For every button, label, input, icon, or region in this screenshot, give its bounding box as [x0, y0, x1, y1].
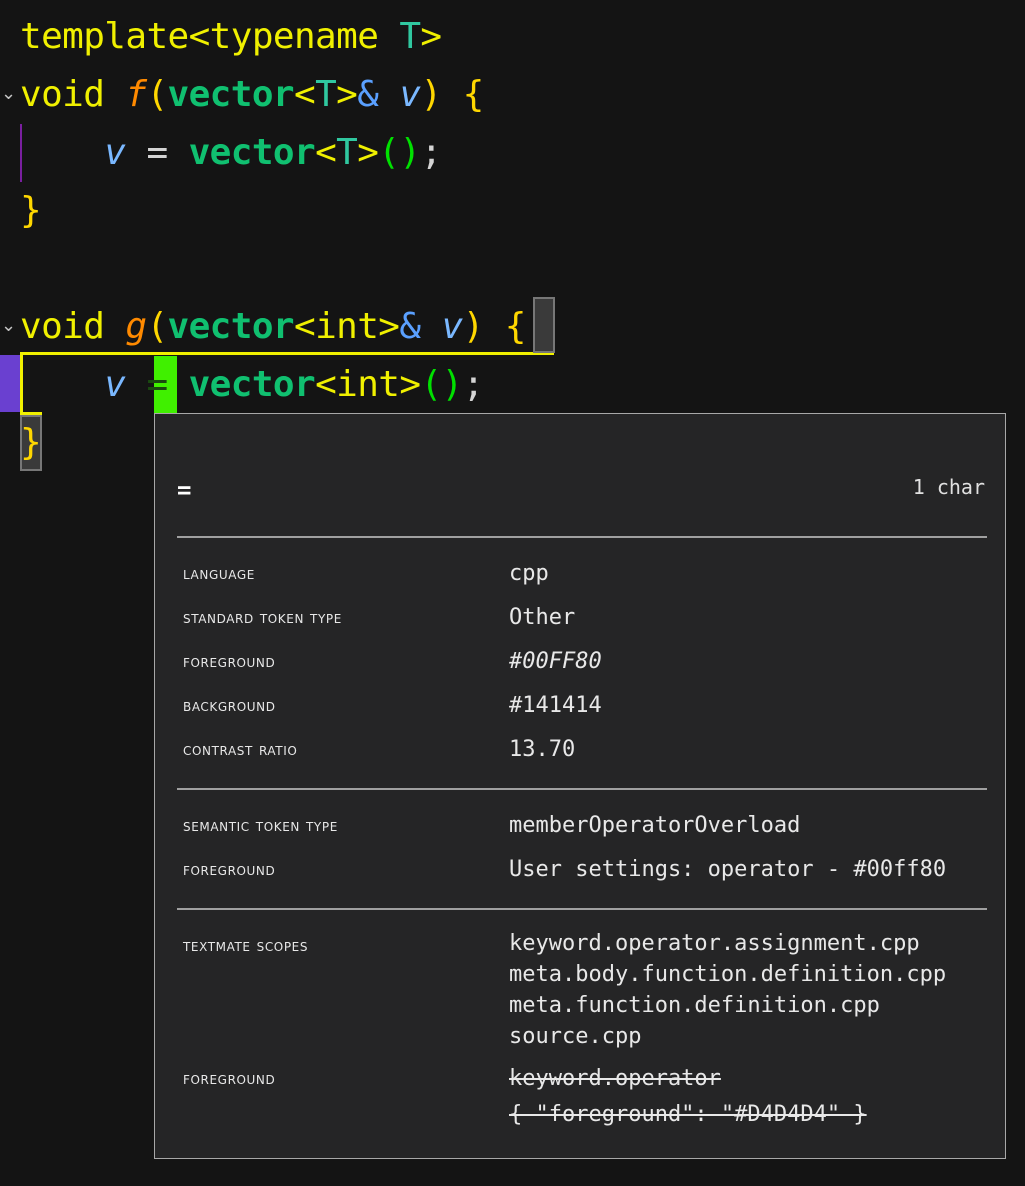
angle-open: < — [315, 364, 337, 405]
reference-op: & — [399, 306, 421, 347]
textmate-foreground-rule: keyword.operator — [509, 1066, 721, 1091]
code-line[interactable]: v = vector<T>(); — [20, 124, 442, 182]
code-line[interactable]: v = vector<int>(); — [20, 356, 484, 414]
paren: ( — [146, 74, 168, 115]
code-line[interactable]: template<typename T> — [20, 8, 442, 66]
angle-open: < — [188, 16, 211, 57]
semantic-token-value: memberOperatorOverload — [509, 813, 801, 838]
keyword: template — [20, 16, 189, 57]
angle-close: > — [420, 16, 442, 57]
paren: ) — [462, 306, 485, 347]
inspect-token-hover: = 1 char language cpp standard token typ… — [154, 413, 1006, 1159]
semicolon: ; — [462, 364, 485, 405]
parameter: v — [399, 74, 421, 115]
code-line[interactable]: void g(vector<int>& v) { — [20, 298, 526, 356]
divider — [177, 908, 987, 910]
class-name: vector — [188, 364, 316, 405]
foreground-label: foreground — [183, 652, 276, 672]
fold-chevron-icon[interactable]: ⌄ — [1, 316, 17, 336]
function-name: f — [125, 74, 147, 115]
current-line-gutter-marker — [0, 355, 20, 412]
scope-item: meta.body.function.definition.cpp — [509, 962, 947, 987]
textmate-foreground-value: { "foreground": "#D4D4D4" } — [509, 1102, 867, 1127]
textmate-scopes-label: textmate scopes — [183, 936, 309, 956]
brace: } — [20, 422, 42, 463]
fold-chevron-icon[interactable]: ⌄ — [1, 84, 17, 104]
function-name: g — [125, 306, 147, 347]
angle-close: > — [357, 132, 379, 173]
standard-token-value: Other — [509, 605, 576, 630]
scope-item: source.cpp — [509, 1024, 642, 1049]
keyword: void — [20, 306, 105, 347]
textmate-foreground-label: foreground — [183, 1069, 276, 1089]
angle-close: > — [378, 306, 400, 347]
scope-item: keyword.operator.assignment.cpp — [509, 931, 920, 956]
paren: () — [420, 364, 463, 405]
type-param: T — [399, 16, 421, 57]
brace: { — [504, 306, 527, 347]
class-name: vector — [167, 306, 295, 347]
semantic-foreground-value: User settings: operator - #00ff80 — [509, 857, 947, 882]
scope-item: meta.function.definition.cpp — [509, 993, 880, 1018]
paren: ) — [420, 74, 442, 115]
angle-close: > — [399, 364, 421, 405]
semicolon: ; — [420, 132, 442, 173]
contrast-label: contrast ratio — [183, 740, 298, 760]
hover-token-length: 1 char — [912, 475, 985, 499]
divider — [177, 788, 987, 790]
background-label: background — [183, 696, 276, 716]
semantic-foreground-label: foreground — [183, 860, 276, 880]
code-line[interactable]: void f(vector<T>& v) { — [20, 66, 484, 124]
brace: { — [462, 74, 485, 115]
keyword: void — [20, 74, 105, 115]
foreground-value: #00FF80 — [509, 649, 602, 674]
brace: } — [20, 190, 42, 231]
type-param: T — [336, 132, 358, 173]
code-line[interactable]: } — [20, 414, 42, 472]
code-line[interactable]: } — [20, 182, 42, 240]
contrast-value: 13.70 — [509, 737, 576, 762]
language-label: language — [183, 564, 255, 584]
assign-op: = — [146, 132, 168, 173]
semantic-token-label: semantic token type — [183, 816, 338, 836]
type-param: T — [315, 74, 337, 115]
type-name: int — [315, 306, 379, 347]
variable: v — [104, 364, 126, 405]
parameter: v — [441, 306, 464, 347]
angle-open: < — [293, 74, 316, 115]
standard-token-label: standard token type — [183, 608, 342, 628]
paren: ( — [146, 306, 168, 347]
paren: () — [378, 132, 421, 173]
keyword: typename — [209, 16, 379, 57]
matching-bracket-highlight — [533, 297, 555, 353]
background-value: #141414 — [509, 693, 602, 718]
language-value: cpp — [509, 561, 549, 586]
variable: v — [104, 132, 126, 173]
class-name: vector — [167, 74, 295, 115]
angle-open: < — [315, 132, 337, 173]
angle-close: > — [336, 74, 358, 115]
divider — [177, 536, 987, 538]
class-name: vector — [188, 132, 316, 173]
angle-open: < — [293, 306, 316, 347]
code-editor[interactable]: ⌄ ⌄ template<typename T> void f(vector<T… — [0, 0, 1025, 1186]
type-name: int — [336, 364, 400, 405]
hover-token-text: = — [177, 476, 192, 504]
assign-op: = — [146, 364, 168, 405]
reference-op: & — [357, 74, 379, 115]
